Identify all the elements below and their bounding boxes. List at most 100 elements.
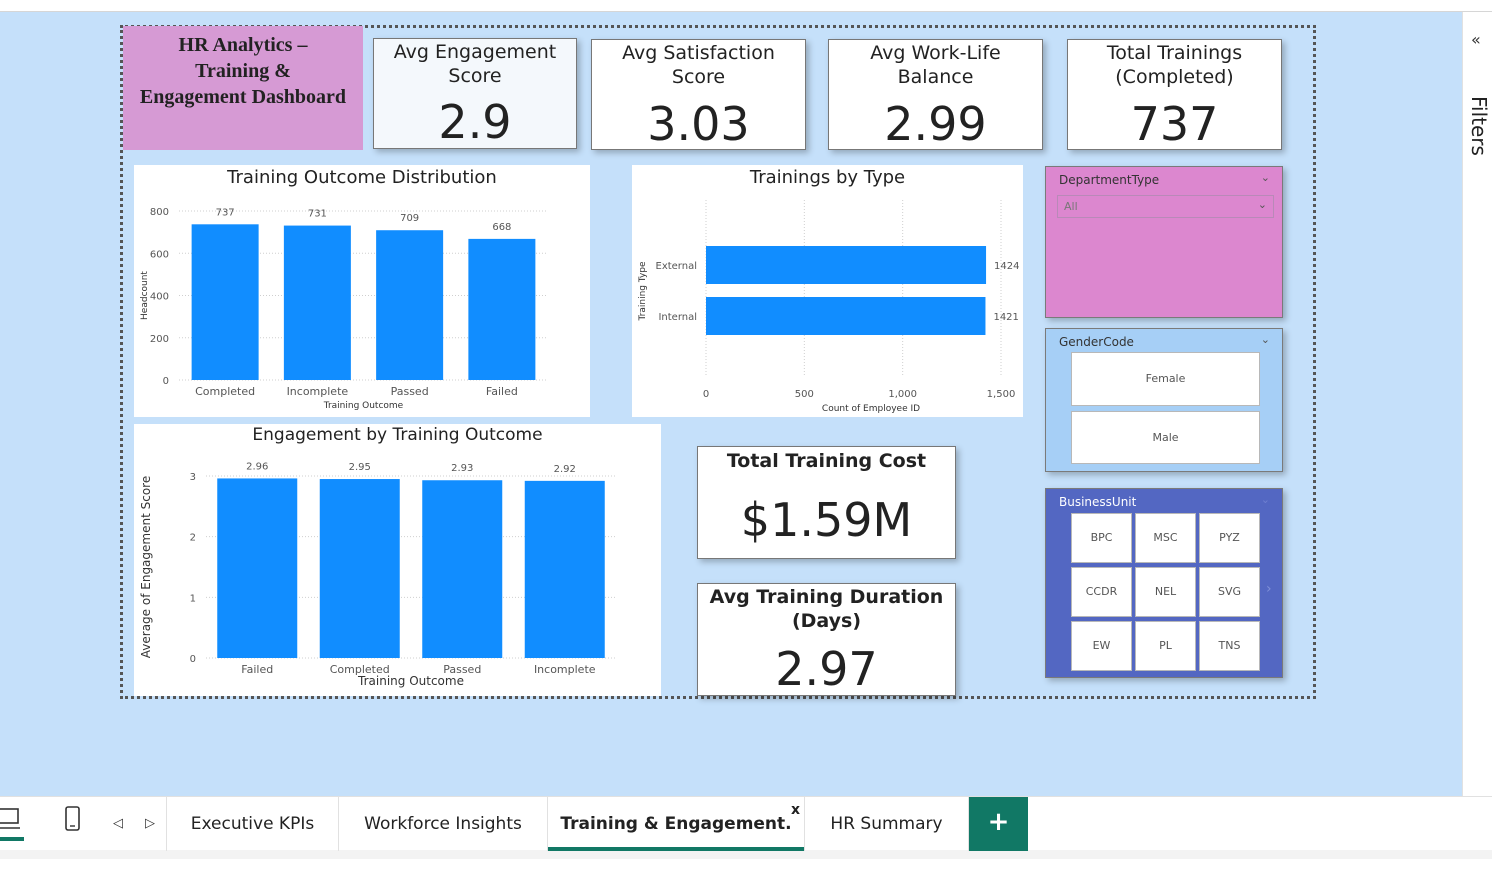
x-tick-label: Failed: [241, 663, 273, 676]
chevron-down-icon[interactable]: ⌄: [1261, 493, 1270, 506]
chart-training-outcome[interactable]: Training Outcome Distribution 0 200 400 600…: [134, 165, 590, 417]
kpi-value: $1.59M: [740, 493, 913, 547]
data-label: 2.92: [554, 464, 576, 475]
kpi-value: 3.03: [647, 97, 750, 151]
department-dropdown[interactable]: All ⌄: [1057, 195, 1274, 218]
kpi-value: 2.97: [775, 642, 878, 696]
data-label: 2.96: [246, 461, 268, 472]
chart-trainings-by-type[interactable]: Trainings by Type 0 500 1,000 1,500 1424 Exte…: [632, 165, 1023, 417]
slicer-title: GenderCode: [1059, 335, 1134, 349]
mobile-icon-svg: [65, 806, 80, 831]
total-training-cost-card[interactable]: Total Training Cost $1.59M: [697, 446, 956, 559]
bar: [468, 238, 536, 380]
kpi-card-engagement[interactable]: Avg Engagement Score 2.9: [373, 38, 577, 149]
gender-option-female[interactable]: Female: [1071, 352, 1260, 406]
tab-executive-kpis[interactable]: Executive KPIs: [166, 797, 339, 851]
x-tick-label: Completed: [195, 385, 255, 398]
x-axis-title: Count of Employee ID: [822, 404, 920, 414]
slicer-title: BusinessUnit: [1059, 495, 1137, 509]
x-tick-label: Incomplete: [287, 385, 349, 398]
chevron-down-icon[interactable]: ⌄: [1261, 171, 1270, 184]
tab-row: ◁ ▷ Executive KPIs Workforce Insights Tr…: [0, 796, 1492, 851]
mobile-view-icon[interactable]: [63, 797, 83, 851]
page-tab-bar: ◁ ▷ Executive KPIs Workforce Insights Tr…: [0, 796, 1492, 859]
business-unit-option-svg[interactable]: SVG: [1199, 567, 1260, 617]
kpi-value: 2.99: [884, 97, 987, 151]
kpi-label: Avg Work-Life Balance: [870, 42, 1001, 88]
next-page-icon[interactable]: ▷: [145, 797, 155, 851]
business-unit-option-msc[interactable]: MSC: [1135, 513, 1196, 563]
business-unit-option-tns[interactable]: TNS: [1199, 621, 1260, 671]
title-line: HR Analytics –: [178, 34, 308, 56]
close-tab-icon[interactable]: x: [791, 783, 800, 837]
chevron-down-icon: ⌄: [1257, 198, 1267, 211]
y-axis-title: Headcount: [140, 271, 150, 320]
y-tick-label: 0: [190, 654, 196, 665]
x-tick-label: Failed: [486, 385, 518, 398]
x-axis-title: Training Outcome: [357, 674, 464, 688]
kpi-label: Total Training Cost: [726, 450, 927, 472]
bar: [376, 230, 444, 380]
kpi-card-satisfaction[interactable]: Avg Satisfaction Score 3.03: [591, 39, 806, 151]
chart-3-svg: 01232.96Failed2.95Completed2.93Passed2.9…: [139, 461, 616, 688]
business-unit-option-bpc[interactable]: BPC: [1071, 513, 1132, 563]
desktop-icon-svg: [0, 808, 24, 841]
avg-training-duration-card[interactable]: Avg Training Duration (Days) 2.97: [697, 583, 956, 696]
tab-workforce-insights[interactable]: Workforce Insights: [339, 797, 548, 851]
filters-label[interactable]: Filters: [1467, 96, 1491, 156]
bar: [706, 297, 986, 335]
bar: [524, 480, 605, 658]
bar: [283, 225, 351, 380]
chart-1-svg: 0 200 400 600 800 737 Completed 731 Incomplete 70…: [140, 207, 548, 411]
bar: [422, 480, 503, 658]
data-label: 1421: [993, 312, 1018, 323]
kpi-card-total-trainings[interactable]: Total Trainings (Completed) 737: [1067, 39, 1282, 151]
gender-option-male[interactable]: Male: [1071, 411, 1260, 464]
collapse-icon[interactable]: «: [1471, 30, 1481, 49]
top-bar: [0, 0, 1492, 12]
x-tick-label: 1,000: [888, 389, 917, 400]
business-unit-option-pyz[interactable]: PYZ: [1199, 513, 1260, 563]
kpi-label: Avg Engagement Score: [393, 41, 557, 87]
chevron-right-icon[interactable]: ›: [1266, 581, 1272, 597]
previous-page-icon[interactable]: ◁: [113, 797, 123, 851]
kpi-value: 2.9: [438, 95, 512, 149]
business-unit-option-ew[interactable]: EW: [1071, 621, 1132, 671]
y-tick-label: 800: [150, 207, 169, 218]
y-tick-label: 600: [150, 249, 169, 260]
gender-code-slicer[interactable]: GenderCode ⌄ Female Male: [1045, 328, 1283, 472]
data-label: 1424: [994, 261, 1019, 272]
y-tick-label: 3: [190, 472, 196, 483]
kpi-label: Total Trainings (Completed): [1106, 42, 1243, 88]
data-label: 2.93: [451, 463, 473, 474]
kpi-label: Avg Satisfaction Score: [622, 42, 775, 88]
data-label: 2.95: [349, 462, 371, 473]
data-label: 668: [492, 222, 511, 233]
chart-2-svg: 0 500 1,000 1,500 1424 External 1421 Internal Co…: [638, 200, 1020, 414]
bar: [319, 479, 400, 658]
add-page-button[interactable]: +: [969, 797, 1028, 851]
department-type-slicer[interactable]: DepartmentType ⌄ All ⌄: [1045, 166, 1283, 318]
filters-pane[interactable]: « Filters: [1462, 12, 1492, 796]
desktop-view-icon[interactable]: [0, 797, 26, 851]
tab-training-engagement[interactable]: Training & Engagement. x: [548, 797, 805, 851]
y-tick-label: 1: [190, 593, 196, 604]
y-axis-title: Average of Engagement Score: [139, 476, 153, 658]
kpi-card-work-life[interactable]: Avg Work-Life Balance 2.99: [828, 39, 1043, 151]
title-line: Training &: [195, 60, 291, 82]
slicer-title: DepartmentType: [1059, 173, 1160, 187]
business-unit-option-nel[interactable]: NEL: [1135, 567, 1196, 617]
tab-hr-summary[interactable]: HR Summary: [805, 797, 969, 851]
chart-engagement-by-outcome[interactable]: Engagement by Training Outcome 0 1 2 3 2.96 F…: [134, 424, 661, 696]
chevron-down-icon[interactable]: ⌄: [1261, 333, 1270, 346]
dropdown-value: All: [1064, 200, 1078, 213]
bar: [217, 478, 298, 658]
kpi-label: Avg Training Duration (Days): [709, 586, 944, 632]
data-label: 737: [216, 207, 235, 218]
business-unit-option-pl[interactable]: PL: [1135, 621, 1196, 671]
business-unit-slicer[interactable]: BusinessUnit ⌄ › BPC MSC PYZ CCDR NEL SVG EW PL…: [1045, 488, 1283, 678]
business-unit-option-ccdr[interactable]: CCDR: [1071, 567, 1132, 617]
x-tick-label: 1,500: [987, 389, 1016, 400]
y-axis-title: Training Type: [638, 261, 648, 322]
data-label: 731: [308, 209, 327, 220]
